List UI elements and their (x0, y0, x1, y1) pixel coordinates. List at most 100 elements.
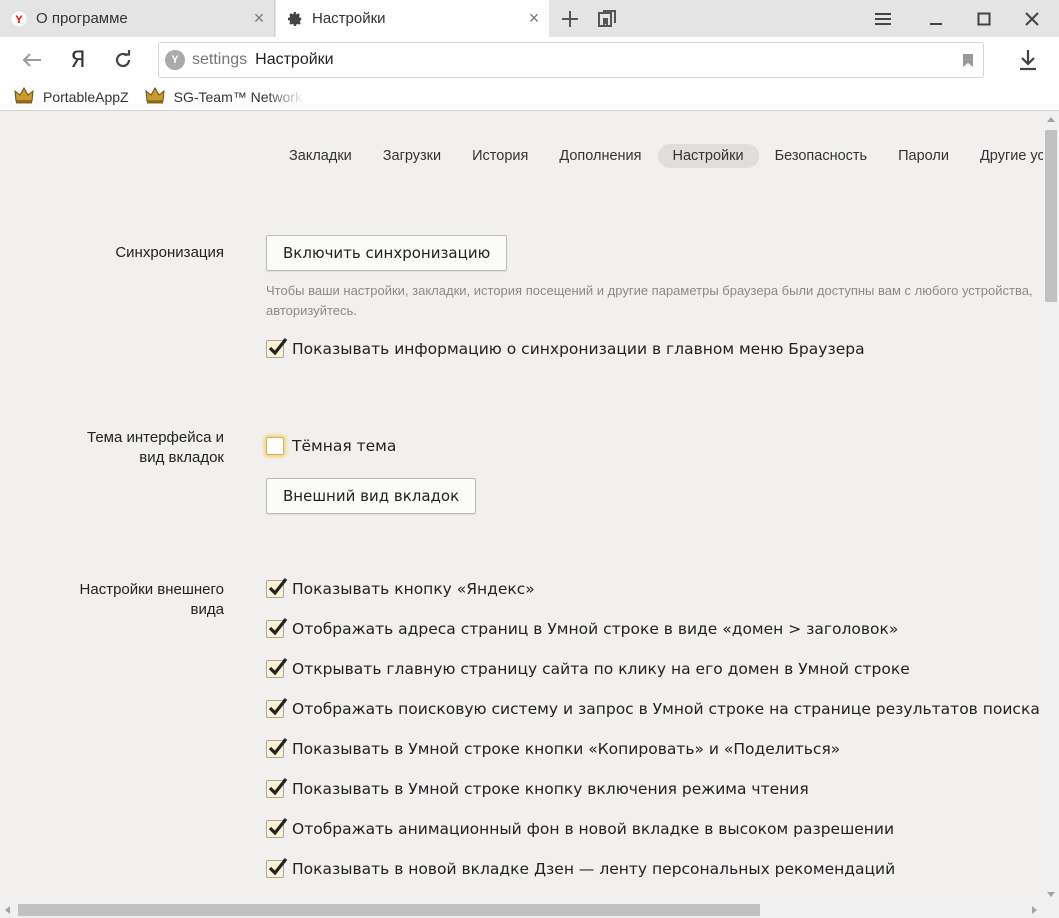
hamburger-icon (875, 12, 891, 25)
checkbox-checked[interactable] (266, 338, 288, 358)
scroll-up-icon[interactable] (1047, 117, 1055, 122)
bookmark-sg-team[interactable]: SG-Team™ Network (144, 86, 305, 107)
bookmarks-bar: PortableAppZ SG-Team™ Network (0, 83, 1059, 111)
checkmark-icon (268, 778, 288, 796)
svg-text:Y: Y (15, 14, 23, 26)
scroll-down-icon[interactable] (1047, 892, 1055, 897)
bookmark-label: PortableAppZ (43, 88, 129, 105)
checkbox-label: Открывать главную страницу сайта по клик… (292, 660, 910, 678)
checkmark-icon (268, 338, 288, 356)
checkmark-icon (268, 818, 288, 836)
checkbox-label: Отображать поисковую систему и запрос в … (292, 700, 1040, 718)
tab-strip: Y О программе × Настройки × (0, 0, 1059, 37)
scrollbar-thumb[interactable] (18, 904, 760, 916)
option-show-search-query[interactable]: Отображать поисковую систему и запрос в … (266, 698, 1040, 718)
nav-history[interactable]: История (457, 144, 543, 168)
maximize-button[interactable] (966, 0, 1002, 37)
close-window-button[interactable] (1014, 0, 1050, 37)
url-title: Настройки (255, 51, 334, 68)
checkmark-icon (268, 658, 288, 676)
option-show-yandex-button[interactable]: Показывать кнопку «Яндекс» (266, 578, 535, 598)
tab-settings[interactable]: Настройки × (276, 0, 549, 37)
option-open-home-by-domain[interactable]: Открывать главную страницу сайта по клик… (266, 658, 910, 678)
yandex-home-button[interactable]: Я (61, 43, 95, 77)
download-icon (1020, 50, 1036, 71)
checkmark-icon (268, 618, 288, 636)
nav-downloads[interactable]: Загрузки (368, 144, 456, 168)
arrow-left-icon (22, 53, 41, 67)
nav-passwords[interactable]: Пароли (883, 144, 964, 168)
yandex-icon: Y (11, 10, 27, 27)
bookmark-label: SG-Team™ Network (173, 88, 302, 105)
tab-about[interactable]: Y О программе × (0, 0, 275, 37)
checkbox-checked[interactable] (266, 738, 288, 758)
close-icon (1025, 11, 1039, 26)
checkmark-icon (268, 578, 288, 596)
option-copy-share-buttons[interactable]: Показывать в Умной строке кнопки «Копиро… (266, 738, 841, 758)
nav-security[interactable]: Безопасность (760, 144, 883, 168)
settings-page: Закладки Загрузки История Дополнения Нас… (0, 112, 1043, 902)
close-tab-icon[interactable]: × (519, 4, 549, 34)
sync-section-label: Синхронизация (115, 244, 224, 261)
checkbox-checked[interactable] (266, 698, 288, 718)
address-bar[interactable]: Y settings Настройки (158, 42, 984, 78)
plus-icon (562, 10, 578, 27)
dark-theme-checkbox[interactable]: Тёмная тема (266, 437, 396, 455)
minimize-icon (930, 22, 942, 25)
option-domain-title[interactable]: Отображать адреса страниц в Умной строке… (266, 618, 899, 638)
back-button[interactable] (15, 43, 49, 77)
option-reading-mode-button[interactable]: Показывать в Умной строке кнопку включен… (266, 778, 809, 798)
menu-button[interactable] (866, 0, 900, 37)
checkbox-unchecked[interactable] (266, 437, 284, 455)
minimize-button[interactable] (918, 0, 954, 37)
downloads-button[interactable] (1011, 43, 1045, 77)
checkbox-checked[interactable] (266, 578, 288, 598)
appearance-label-line2: вида (190, 601, 224, 618)
nav-other-devices[interactable]: Другие устройства (965, 144, 1043, 168)
scrollbar-thumb[interactable] (1045, 130, 1057, 302)
checkbox-label: Отображать анимационный фон в новой вкла… (292, 820, 895, 838)
nav-settings[interactable]: Настройки (657, 144, 759, 168)
checkbox-label: Отображать адреса страниц в Умной строке… (292, 620, 899, 638)
url-domain: settings (192, 51, 248, 68)
theme-label-line2: вид вкладок (139, 449, 224, 466)
horizontal-scrollbar[interactable] (0, 902, 1059, 918)
close-tab-icon[interactable]: × (244, 4, 274, 34)
vertical-scrollbar[interactable] (1043, 112, 1059, 902)
gear-icon (287, 11, 303, 27)
scroll-left-icon[interactable] (5, 906, 10, 914)
checkmark-icon (268, 698, 288, 716)
checkbox-checked[interactable] (266, 818, 288, 838)
option-zen-feed[interactable]: Показывать в новой вкладке Дзен — ленту … (266, 858, 896, 878)
checkbox-label: Показывать в Умной строке кнопки «Копиро… (292, 740, 841, 758)
nav-bookmarks[interactable]: Закладки (274, 144, 367, 168)
checkbox-label: Показывать в новой вкладке Дзен — ленту … (292, 860, 896, 878)
yandex-browser-icon: Y (165, 50, 185, 70)
new-tab-button[interactable] (552, 0, 588, 37)
nav-extensions[interactable]: Дополнения (544, 144, 656, 168)
tab-manager-button[interactable] (589, 0, 625, 37)
checkbox-label: Показывать информацию о синхронизации в … (292, 340, 865, 358)
checkbox-checked[interactable] (266, 778, 288, 798)
sync-hint-line2: авторизуйтесь. (266, 303, 357, 318)
scroll-right-icon[interactable] (1032, 906, 1037, 914)
appearance-section-label: Настройки внешнего вида (0, 580, 224, 620)
maximize-icon (977, 12, 991, 25)
bookmark-icon[interactable] (953, 53, 983, 68)
enable-sync-button[interactable]: Включить синхронизацию (266, 235, 508, 271)
crown-icon (14, 86, 34, 107)
checkbox-checked[interactable] (266, 618, 288, 638)
tabs-icon (598, 9, 616, 27)
checkbox-label: Показывать в Умной строке кнопку включен… (292, 780, 809, 798)
crown-icon (144, 86, 165, 107)
checkbox-checked[interactable] (266, 858, 288, 878)
sync-hint-line1: Чтобы ваши настройки, закладки, история … (266, 283, 1033, 298)
option-hires-animated-bg[interactable]: Отображать анимационный фон в новой вкла… (266, 818, 895, 838)
sync-info-checkbox[interactable]: Показывать информацию о синхронизации в … (266, 338, 865, 358)
reload-button[interactable] (106, 43, 140, 77)
checkbox-checked[interactable] (266, 658, 288, 678)
settings-section-nav: Закладки Загрузки История Дополнения Нас… (274, 144, 1043, 168)
bookmark-portableappz[interactable]: PortableAppZ (14, 86, 129, 107)
tabs-appearance-button[interactable]: Внешний вид вкладок (266, 478, 477, 514)
checkbox-label: Показывать кнопку «Яндекс» (292, 580, 535, 598)
